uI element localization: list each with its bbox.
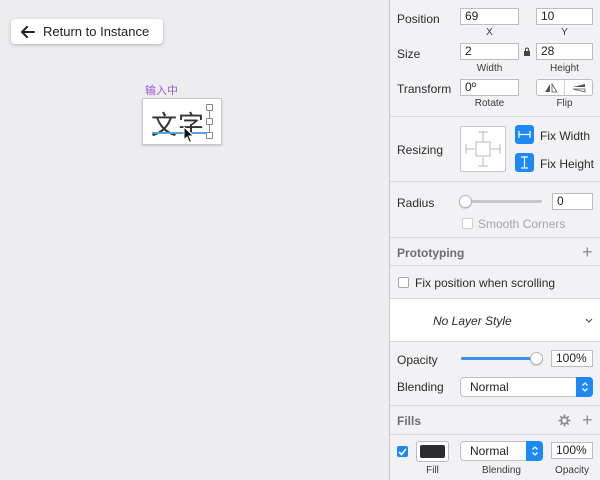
add-prototyping-plus-icon[interactable]: +	[582, 243, 593, 261]
position-y-field[interactable]: 10	[536, 8, 593, 25]
smooth-corners-label: Smooth Corners	[478, 217, 566, 231]
lock-icon[interactable]	[523, 47, 531, 57]
width-field[interactable]: 2	[460, 43, 519, 60]
resize-handle-top[interactable]	[206, 104, 213, 111]
fix-width-toggle[interactable]	[515, 125, 534, 144]
blending-select-value: Normal	[470, 380, 509, 394]
layer-style-selector[interactable]: No Layer Style	[390, 299, 600, 342]
fill-color-swatch	[420, 445, 445, 458]
position-x-field[interactable]: 69	[460, 8, 519, 25]
canvas[interactable]: Return to Instance 输入中 文字	[0, 0, 389, 480]
rotate-field[interactable]: 0º	[460, 79, 519, 96]
fill-label: Fill	[426, 465, 439, 476]
layer-style-value: No Layer Style	[433, 314, 512, 328]
fix-position-label: Fix position when scrolling	[415, 276, 556, 290]
resize-handle-middle[interactable]	[206, 118, 213, 125]
transform-label: Transform	[397, 82, 452, 96]
rotate-label: Rotate	[474, 98, 505, 109]
select-arrows-icon	[576, 377, 593, 397]
gear-icon[interactable]	[558, 414, 571, 427]
flip-horizontal-button[interactable]	[537, 80, 564, 95]
select-arrows-icon	[526, 441, 543, 461]
radius-field[interactable]: 0	[552, 193, 593, 210]
fill-row: Normal 100% Fill Blending Opacity	[390, 435, 600, 480]
position-label: Position	[397, 12, 440, 26]
text-layer-selected[interactable]: 文字	[142, 98, 222, 145]
x-label: X	[486, 27, 493, 38]
return-button-label: Return to Instance	[43, 24, 150, 39]
fill-enabled-checkbox[interactable]	[397, 446, 408, 457]
ime-underline	[152, 132, 208, 134]
resizing-pin-control[interactable]	[460, 126, 506, 172]
smooth-corners-checkbox[interactable]	[462, 218, 473, 229]
height-field[interactable]: 28	[536, 43, 593, 60]
fill-color-well[interactable]	[416, 441, 449, 462]
opacity-label: Opacity	[397, 353, 438, 367]
radius-slider-track[interactable]	[463, 200, 542, 203]
ime-composing-label: 输入中	[145, 85, 178, 97]
width-label: Width	[476, 63, 503, 74]
fix-height-toggle[interactable]	[515, 153, 534, 172]
height-label: Height	[550, 63, 579, 74]
radius-section: Radius 0 Smooth Corners	[390, 182, 600, 238]
fills-title: Fills	[397, 414, 422, 428]
flip-control	[536, 79, 593, 96]
flip-label: Flip	[556, 98, 573, 109]
opacity-field[interactable]: 100%	[551, 350, 593, 367]
fix-width-label: Fix Width	[540, 129, 591, 143]
fill-opacity-field[interactable]: 100%	[551, 442, 593, 459]
geometry-section: Position 69 10 X Y Size 2 28 Width Heigh…	[390, 0, 600, 117]
fix-width-icon	[518, 131, 531, 138]
checkmark-icon	[398, 447, 407, 456]
fill-blending-value: Normal	[470, 444, 509, 458]
inspector-panel: Position 69 10 X Y Size 2 28 Width Heigh…	[389, 0, 600, 480]
fills-header: Fills +	[390, 406, 600, 435]
opacity-slider-fill	[461, 357, 541, 360]
y-label: Y	[561, 27, 568, 38]
appearance-section: Opacity 100% Blending Normal	[390, 342, 600, 406]
pin-diagram-icon	[465, 131, 501, 167]
blending-select[interactable]: Normal	[460, 377, 593, 397]
fix-height-icon	[521, 156, 528, 169]
add-fill-plus-icon[interactable]: +	[582, 411, 593, 429]
prototyping-title: Prototyping	[397, 246, 465, 260]
fix-position-checkbox[interactable]	[398, 277, 409, 288]
resize-handle-bottom[interactable]	[206, 132, 213, 139]
return-to-instance-button[interactable]: Return to Instance	[11, 19, 163, 44]
chevron-down-icon	[585, 318, 593, 323]
prototyping-header: Prototyping +	[390, 238, 600, 266]
fill-blending-select[interactable]: Normal	[460, 441, 543, 461]
flip-horizontal-icon	[544, 82, 558, 92]
flip-vertical-button[interactable]	[564, 80, 592, 95]
resizing-label: Resizing	[397, 143, 444, 157]
size-label: Size	[397, 47, 421, 61]
radius-label: Radius	[397, 196, 435, 210]
mouse-pointer-icon	[183, 126, 195, 144]
opacity-slider-knob[interactable]	[530, 352, 543, 365]
blending-label: Blending	[397, 380, 444, 394]
fix-height-label: Fix Height	[540, 157, 595, 171]
text-layer-content[interactable]: 文字	[151, 105, 205, 142]
fill-opacity-label: Opacity	[555, 465, 589, 476]
arrow-left-icon	[21, 25, 35, 38]
fix-position-section: Fix position when scrolling	[390, 266, 600, 299]
fill-blending-label: Blending	[482, 465, 521, 476]
radius-slider-knob[interactable]	[459, 195, 472, 208]
flip-vertical-icon	[572, 83, 585, 93]
